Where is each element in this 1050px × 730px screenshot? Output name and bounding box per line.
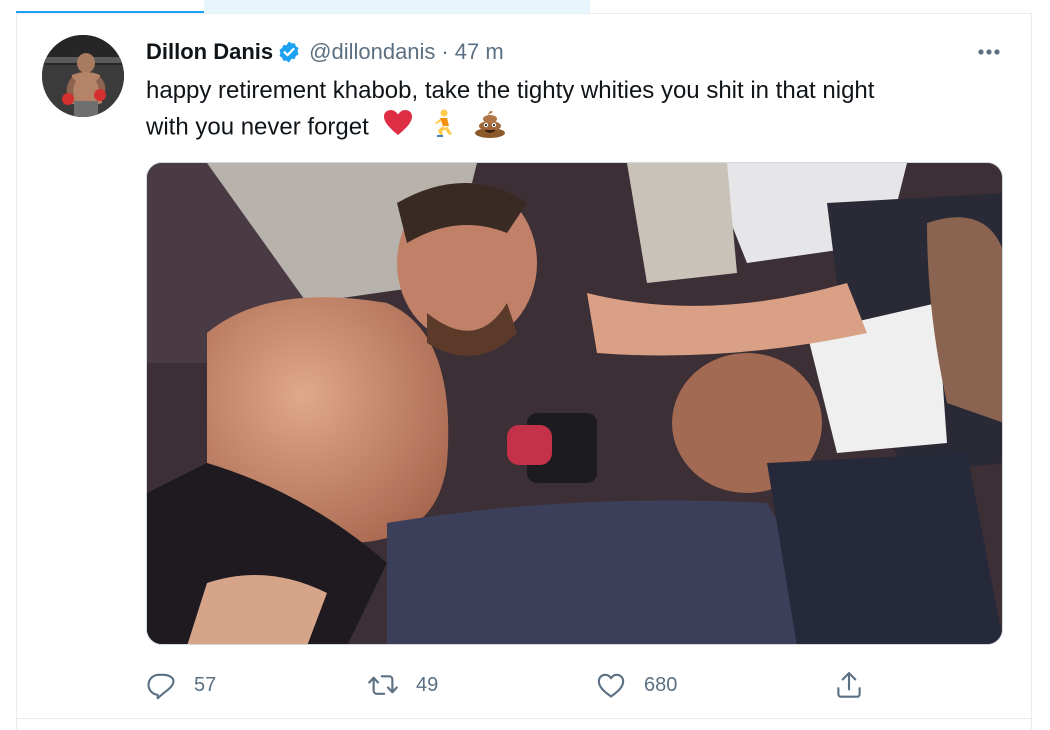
like-icon bbox=[597, 673, 625, 698]
avatar-image bbox=[42, 35, 124, 117]
like-button[interactable]: 680 bbox=[596, 668, 677, 702]
author-name[interactable]: Dillon Danis bbox=[146, 39, 273, 65]
like-count: 680 bbox=[644, 673, 678, 696]
red-heart-icon bbox=[383, 109, 413, 147]
tweet-text-line: happy retirement khabob, take the tighty… bbox=[146, 77, 875, 104]
tweet-text-line: with you never forget bbox=[146, 113, 369, 141]
reply-button[interactable]: 57 bbox=[146, 668, 216, 702]
verified-badge-icon bbox=[277, 40, 301, 64]
pile-of-poo-icon bbox=[473, 108, 507, 148]
reply-icon bbox=[147, 673, 175, 700]
divider bbox=[16, 718, 1032, 719]
tweet-header: Dillon Danis @dillondanis · 47 m bbox=[146, 38, 504, 66]
share-button[interactable] bbox=[834, 668, 864, 702]
author-handle[interactable]: @dillondanis bbox=[309, 39, 435, 65]
tweet-media-video[interactable] bbox=[146, 162, 1003, 645]
tweet-actions: 57 49 680 bbox=[146, 668, 906, 702]
reply-count: 57 bbox=[194, 673, 217, 696]
tweet-text-line-2: with you never forget bbox=[146, 108, 1006, 148]
tab-highlight[interactable] bbox=[204, 0, 590, 14]
retweet-icon bbox=[368, 675, 398, 695]
retweet-button[interactable]: 49 bbox=[368, 668, 438, 702]
share-icon bbox=[837, 672, 861, 698]
tab-active-indicator[interactable] bbox=[16, 0, 204, 14]
avatar[interactable] bbox=[42, 35, 124, 117]
person-kneeling-icon bbox=[428, 108, 458, 148]
retweet-count: 49 bbox=[416, 673, 439, 696]
timestamp[interactable]: 47 m bbox=[455, 39, 504, 65]
more-icon[interactable] bbox=[974, 40, 1004, 64]
tweet-text: happy retirement khabob, take the tighty… bbox=[146, 74, 1006, 148]
separator: · bbox=[441, 39, 449, 64]
top-tab-bar bbox=[0, 0, 1050, 14]
media-image bbox=[147, 163, 1002, 644]
